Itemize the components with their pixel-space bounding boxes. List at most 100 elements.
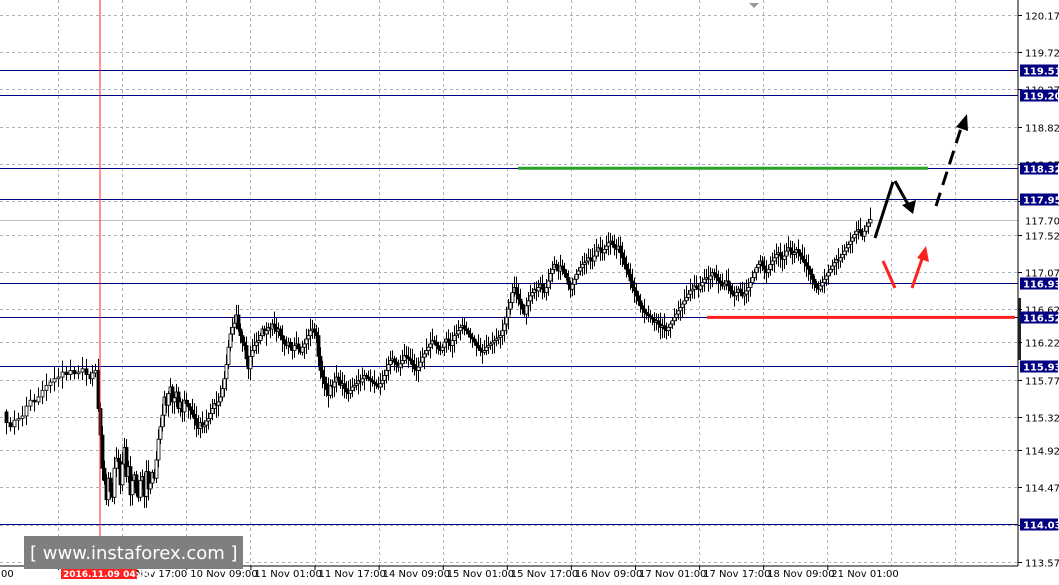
candle-body (688, 290, 693, 295)
candle-body (810, 273, 815, 280)
candle-body (560, 265, 565, 270)
candle-body (728, 285, 733, 292)
candle-body (254, 341, 259, 346)
candle-body (440, 346, 445, 351)
candle-body (592, 255, 597, 262)
candle-body (562, 268, 567, 274)
candle-body (238, 328, 243, 337)
candle-body (738, 288, 743, 293)
candle-body (218, 396, 223, 403)
candle-body (554, 263, 559, 269)
candle-body (282, 339, 287, 345)
price-tick-label: 120.17 (1025, 12, 1059, 23)
candle-body (850, 237, 855, 242)
candle-body (504, 316, 509, 325)
candle-body (322, 376, 327, 385)
candle-body (426, 346, 431, 351)
time-tick-label: 11 Nov 17:00 (319, 569, 386, 580)
candle-body (508, 302, 513, 310)
candle-body (190, 409, 195, 415)
candle-body (166, 393, 171, 406)
candle-body (278, 328, 283, 337)
candle-body (832, 262, 837, 267)
candle-body (72, 370, 77, 375)
candle-body (866, 222, 871, 227)
watermark-text: [ www.instaforex.com ] (30, 543, 238, 564)
candle-body (186, 403, 191, 408)
right-edge-marker (1018, 298, 1021, 360)
candle-body (760, 260, 765, 267)
candle-body (90, 372, 95, 380)
level-badge-label: 116.93 (1023, 280, 1059, 291)
candle-body (630, 280, 635, 288)
candle-body (158, 426, 163, 440)
candle-body (516, 293, 521, 300)
candle-body (4, 411, 9, 424)
candle-body (192, 413, 197, 419)
candle-body (838, 257, 843, 262)
candle-body (642, 308, 647, 313)
candle-body (824, 275, 829, 280)
candle-body (840, 254, 845, 259)
candle-body (456, 330, 461, 335)
candle-body (500, 330, 505, 337)
candle-body (248, 355, 253, 370)
candle-body (744, 290, 749, 295)
candle-body (242, 341, 247, 346)
candle-body (252, 345, 257, 351)
candle-body (148, 482, 153, 490)
candle-body (524, 305, 529, 315)
candle-body (802, 258, 807, 264)
candle-body (418, 361, 423, 368)
candle-body (304, 338, 309, 345)
candle-body (20, 415, 25, 419)
candle-body (484, 346, 489, 351)
candle-body (574, 273, 579, 280)
price-tick-label: 114.92 (1025, 447, 1059, 458)
candle-body (540, 283, 545, 290)
candle-body (618, 245, 623, 254)
candle-body (770, 260, 775, 265)
candle-body (240, 335, 245, 343)
candle-body (536, 287, 541, 292)
candle-body (628, 273, 633, 282)
candle-body (634, 290, 639, 297)
candle-body (682, 300, 687, 305)
candle-body (676, 310, 681, 315)
time-tick-label: 15 Nov 01:00 (447, 569, 514, 580)
level-badge-label: 116.52 (1023, 314, 1059, 325)
candle-body (446, 338, 451, 343)
candle-body (24, 405, 29, 417)
candle-body (640, 305, 645, 310)
candle-body (188, 406, 193, 411)
time-tick-label: 10 Nov 09:00 (190, 569, 257, 580)
candle-body (820, 282, 825, 287)
candle-body (830, 265, 835, 270)
time-tick-label: 15 Nov 17:00 (511, 569, 578, 580)
candle-body (40, 389, 45, 398)
candle-body (674, 313, 679, 318)
candle-body (344, 388, 349, 393)
candle-body (416, 366, 421, 371)
candle-body (120, 463, 125, 486)
candle-body (462, 325, 467, 330)
time-tick-label: 21 Nov 01:00 (831, 569, 898, 580)
price-tick-label: 119.72 (1025, 49, 1059, 60)
price-chart[interactable]: 120.17119.72119.27118.82118.37117.92117.… (0, 0, 1059, 585)
candle-body (752, 272, 757, 279)
candle-body (606, 242, 611, 247)
candle-body (572, 278, 577, 285)
candle-body (60, 371, 65, 378)
candle-body (306, 335, 311, 340)
candle-body (672, 316, 677, 322)
candle-body (216, 401, 221, 406)
candle-body (678, 307, 683, 312)
candle-body (602, 249, 607, 254)
candle-body (632, 287, 637, 292)
candle-body (410, 360, 415, 366)
candle-body (154, 459, 159, 479)
candle-body (784, 250, 789, 257)
candle-body (734, 292, 739, 297)
candle-body (16, 418, 21, 421)
watermark: [ www.instaforex.com ] (24, 536, 243, 569)
